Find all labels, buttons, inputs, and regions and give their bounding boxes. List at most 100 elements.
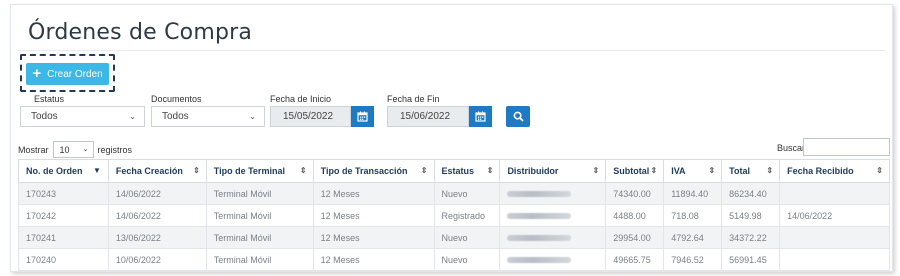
table-cell (499, 204, 607, 227)
table-cell: 7946.52 (663, 248, 723, 271)
sort-icon: ⇕ (420, 166, 428, 175)
plus-icon: + (32, 65, 42, 82)
table-cell: Nuevo (433, 226, 501, 249)
table-cell: 12 Meses (312, 248, 435, 271)
chevron-down-icon: ⌄ (82, 146, 89, 153)
page-title: Órdenes de Compra (28, 20, 253, 45)
calendar-icon (357, 111, 368, 122)
table-cell (499, 248, 607, 271)
table-cell: 170241 (18, 226, 109, 249)
table-row[interactable]: 170241 13/06/2022 Terminal Móvil 12 Meses Nu… (18, 226, 890, 249)
filter-search-button[interactable] (506, 106, 530, 127)
documents-filter-label: Documentos (151, 94, 202, 104)
table-search-input[interactable] (803, 138, 890, 156)
status-filter-value: Todos (31, 111, 58, 122)
table-cell: 11894.40 (663, 182, 723, 205)
table-cell: 170242 (18, 204, 109, 227)
sort-icon: ⇕ (193, 166, 200, 175)
redacted-distributor (507, 191, 572, 198)
sort-icon: ⇕ (766, 166, 774, 175)
table-row[interactable]: 170240 10/06/2022 Terminal Móvil 12 Meses Nu… (18, 248, 890, 271)
table-cell: 34372.22 (721, 226, 781, 249)
table-cell: 12 Meses (312, 204, 435, 227)
calendar-icon (475, 111, 486, 122)
start-date-label: Fecha de Inicio (270, 94, 332, 104)
sort-desc-icon: ▼ (92, 166, 101, 175)
redacted-distributor (507, 235, 572, 242)
sort-icon: ⇕ (650, 166, 658, 175)
table-cell: 14/06/2022 (779, 204, 890, 227)
sort-icon: ⇕ (299, 166, 307, 175)
table-cell (779, 226, 890, 249)
end-date-label: Fecha de Fin (387, 94, 440, 104)
table-cell: 13/06/2022 (107, 226, 207, 249)
create-order-label: Crear Orden (47, 68, 103, 80)
title-divider (18, 50, 885, 51)
column-header-terminal-type[interactable]: Tipo de Terminal ⇕ (205, 159, 314, 183)
table-row[interactable]: 170242 14/06/2022 Terminal Móvil 12 Meses Re… (18, 204, 890, 227)
table-cell: Terminal Móvil (205, 182, 314, 205)
status-filter-label: Estatus (34, 94, 65, 104)
column-header-distributor[interactable]: Distribuidor ⇕ (499, 159, 607, 183)
table-cell: 14/06/2022 (107, 204, 207, 227)
table-cell: 170240 (18, 248, 109, 271)
table-cell: 86234.40 (721, 182, 781, 205)
sort-icon: ⇕ (708, 166, 716, 175)
end-date-calendar-button[interactable] (469, 106, 492, 127)
end-date-value: 15/06/2022 (400, 111, 451, 122)
create-order-button[interactable]: + Crear Orden (26, 63, 109, 85)
table-cell: 718.08 (663, 204, 723, 227)
table-cell: Terminal Móvil (205, 226, 314, 249)
table-cell: 170243 (18, 182, 109, 205)
column-header-created-date[interactable]: Fecha Creación ⇕ (107, 159, 207, 183)
end-date-input[interactable]: 15/06/2022 (387, 106, 469, 127)
start-date-input[interactable]: 15/05/2022 (270, 106, 351, 127)
documents-filter-value: Todos (162, 111, 189, 122)
table-cell: Registrado (433, 204, 501, 227)
column-header-order-number[interactable]: No. de Orden ▼ (18, 159, 109, 183)
column-header-total[interactable]: Total ⇕ (721, 159, 781, 183)
start-date-value: 15/05/2022 (283, 111, 334, 122)
table-cell: Terminal Móvil (205, 204, 314, 227)
show-label: Mostrar (18, 144, 49, 155)
sort-icon: ⇕ (876, 166, 883, 175)
orders-table: No. de Orden ▼ Fecha Creación ⇕ Tipo de Te… (18, 159, 890, 271)
chevron-down-icon: ⌄ (129, 112, 136, 121)
start-date-calendar-button[interactable] (351, 106, 374, 127)
table-cell: Terminal Móvil (205, 248, 314, 271)
table-cell: 5149.98 (721, 204, 781, 227)
search-icon (513, 111, 524, 122)
table-cell (779, 182, 890, 205)
table-cell: 4792.64 (663, 226, 723, 249)
table-cell: 10/06/2022 (107, 248, 207, 271)
redacted-distributor (507, 257, 572, 264)
column-header-iva[interactable]: IVA ⇕ (663, 159, 723, 183)
table-cell: 56991.45 (721, 248, 781, 271)
table-header-row: No. de Orden ▼ Fecha Creación ⇕ Tipo de Te… (18, 159, 890, 183)
table-cell: 14/06/2022 (107, 182, 207, 205)
table-cell: 12 Meses (312, 226, 435, 249)
status-filter-select[interactable]: Todos ⌄ (20, 106, 145, 127)
page-length-select[interactable]: 10 ⌄ (52, 141, 94, 158)
table-cell (499, 182, 607, 205)
table-cell: 74340.00 (605, 182, 665, 205)
sort-icon: ⇕ (486, 166, 494, 175)
column-header-transaction-type[interactable]: Tipo de Transacción ⇕ (312, 159, 435, 183)
new-order-highlight: + Crear Orden (20, 54, 115, 92)
table-cell: 4488.00 (605, 204, 665, 227)
table-row[interactable]: 170243 14/06/2022 Terminal Móvil 12 Meses Nu… (18, 182, 890, 205)
table-cell (499, 226, 607, 249)
column-header-subtotal[interactable]: Subtotal ⇕ (605, 159, 665, 183)
column-header-status[interactable]: Estatus ⇕ (433, 159, 501, 183)
table-cell (779, 248, 890, 271)
table-cell: Nuevo (433, 248, 501, 271)
table-cell: 29954.00 (605, 226, 665, 249)
records-label: registros (97, 144, 133, 155)
table-cell: Nuevo (433, 182, 501, 205)
table-cell: 12 Meses (312, 182, 435, 205)
documents-filter-select[interactable]: Todos ⌄ (151, 106, 265, 127)
redacted-distributor (507, 213, 572, 220)
page-length-value: 10 (59, 144, 70, 155)
table-cell: 49665.75 (605, 248, 665, 271)
column-header-received-date[interactable]: Fecha Recibido ⇕ (779, 159, 890, 183)
